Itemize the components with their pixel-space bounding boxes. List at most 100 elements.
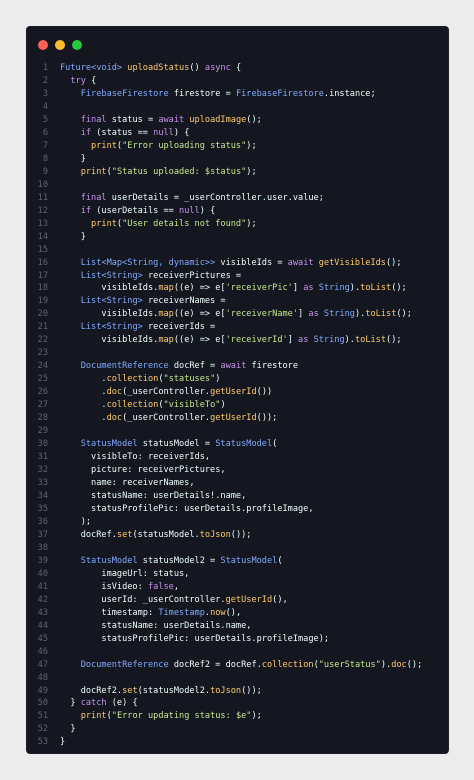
- line-number: 38: [37, 542, 48, 553]
- code-token: ();: [406, 659, 423, 670]
- code-token: if: [80, 127, 97, 138]
- line-number: 45: [37, 633, 48, 644]
- code-token: .instance;: [323, 88, 376, 99]
- code-token: now: [210, 607, 226, 618]
- code-token: StatusModel: [80, 555, 143, 566]
- code-token: ((e) => e[: [173, 335, 226, 346]
- minimize-button[interactable]: [55, 40, 65, 50]
- line-number: 46: [37, 646, 48, 657]
- code-token: "Error uploading status": [122, 140, 247, 151]
- code-token: receiverIds =: [147, 322, 216, 333]
- code-token: }: [60, 737, 66, 748]
- code-line: 11 final userDetails = _userController.u…: [27, 192, 448, 205]
- code-token: final: [80, 192, 112, 203]
- code-text: if (status == null) {: [60, 127, 190, 140]
- code-token: map: [158, 335, 174, 346]
- code-line: 7 print("Error uploading status");: [27, 140, 448, 153]
- code-text: List<String> receiverNames =: [60, 295, 226, 308]
- code-token: ((e) => e[: [173, 309, 226, 320]
- line-number: 16: [37, 257, 48, 268]
- code-line: 32 picture: receiverPictures,: [27, 464, 448, 477]
- line-number: 43: [37, 607, 48, 618]
- code-token: "statuses": [163, 374, 216, 385]
- window-controls: [38, 40, 82, 50]
- code-line: 42 userId: _userController.getUserId(),: [27, 594, 448, 607]
- code-token: ,: [173, 581, 180, 592]
- code-token: List<Map<String, dynamic>>: [80, 257, 221, 268]
- line-number: 14: [37, 231, 48, 242]
- code-line: 45 statusProfilePic: userDetails.profile…: [27, 633, 448, 646]
- code-token: docRef2 = docRef.: [173, 659, 262, 670]
- code-token: doc: [106, 413, 123, 424]
- maximize-button[interactable]: [72, 40, 82, 50]
- code-text: statusName: userDetails!.name,: [60, 490, 246, 503]
- code-token: imageUrl: status,: [60, 568, 190, 579]
- code-token: 'receiverPic': [225, 283, 293, 294]
- line-number: 39: [37, 555, 48, 566]
- code-text: List<String> receiverIds =: [60, 321, 216, 334]
- code-token: FirebaseFirestore: [235, 88, 324, 99]
- code-text: try {: [60, 75, 96, 88]
- code-line: 9 print("Status uploaded: $status");: [27, 166, 448, 179]
- code-line: 16 List<Map<String, dynamic>> visibleIds…: [27, 257, 448, 270]
- code-line: 34 statusName: userDetails!.name,: [27, 490, 448, 503]
- code-token: "Status uploaded: $status": [111, 166, 247, 177]
- line-number: 34: [37, 490, 48, 501]
- line-number: 1: [42, 63, 48, 73]
- code-token: (_userController.: [122, 387, 211, 398]
- code-line: 20 visibleIds.map((e) => e['receiverName…: [27, 308, 448, 321]
- code-text: print("Error updating status: $e");: [60, 710, 262, 723]
- code-token: userId: _userController.: [60, 594, 226, 605]
- code-token: ) {: [173, 127, 190, 138]
- code-token: statusProfilePic: userDetails.profileIma…: [60, 633, 330, 644]
- code-text: visibleIds.map((e) => e['receiverName'] …: [60, 308, 412, 321]
- code-token: getUserId: [225, 594, 273, 605]
- code-token: toList: [354, 335, 387, 346]
- code-token: uploadImage: [189, 114, 247, 125]
- code-token: collection: [106, 374, 159, 385]
- code-text: FirebaseFirestore firestore = FirebaseFi…: [60, 88, 376, 101]
- code-text: print("Status uploaded: $status");: [60, 166, 257, 179]
- code-token: .: [60, 400, 107, 411]
- close-button[interactable]: [38, 40, 48, 50]
- code-token: ]: [298, 309, 309, 320]
- code-line: 27 .collection("visibleTo"): [27, 399, 448, 412]
- code-token: String: [313, 335, 345, 346]
- code-token: print: [91, 218, 117, 229]
- code-token: ());: [230, 529, 252, 540]
- code-token: picture: receiverPictures,: [60, 465, 226, 476]
- code-text: imageUrl: status,: [60, 568, 189, 581]
- line-number: 8: [42, 153, 48, 164]
- line-number: 4: [42, 101, 48, 112]
- code-text: statusProfilePic: userDetails.profileIma…: [60, 503, 314, 516]
- line-number: 53: [37, 737, 48, 748]
- code-token: ();: [396, 309, 412, 320]
- code-text: userId: _userController.getUserId(),: [60, 594, 287, 607]
- code-text: .collection("statuses"): [60, 373, 220, 386]
- code-token: ).: [349, 283, 361, 294]
- code-token: visibleIds.: [60, 283, 159, 294]
- code-token: ();: [386, 335, 402, 346]
- line-number: 3: [42, 88, 48, 99]
- code-text: );: [60, 516, 91, 529]
- code-token: }: [60, 698, 81, 709]
- code-token: ]: [292, 283, 304, 294]
- code-line: 51 print("Error updating status: $e");: [27, 710, 448, 723]
- code-token: (): [189, 63, 205, 73]
- code-token: "userStatus": [318, 659, 381, 670]
- line-number: 32: [37, 465, 48, 476]
- code-line: 33 name: receiverNames,: [27, 477, 448, 490]
- code-token: ).: [354, 309, 366, 320]
- code-token: ): [215, 374, 221, 385]
- code-line: 50 } catch (e) {: [27, 697, 448, 710]
- code-token: as: [308, 309, 324, 320]
- code-line: 5 final status = await uploadImage();: [27, 114, 448, 127]
- code-text: } catch (e) {: [60, 697, 137, 710]
- code-token: set: [122, 685, 138, 696]
- code-token: try: [70, 75, 92, 86]
- code-token: catch: [80, 698, 112, 709]
